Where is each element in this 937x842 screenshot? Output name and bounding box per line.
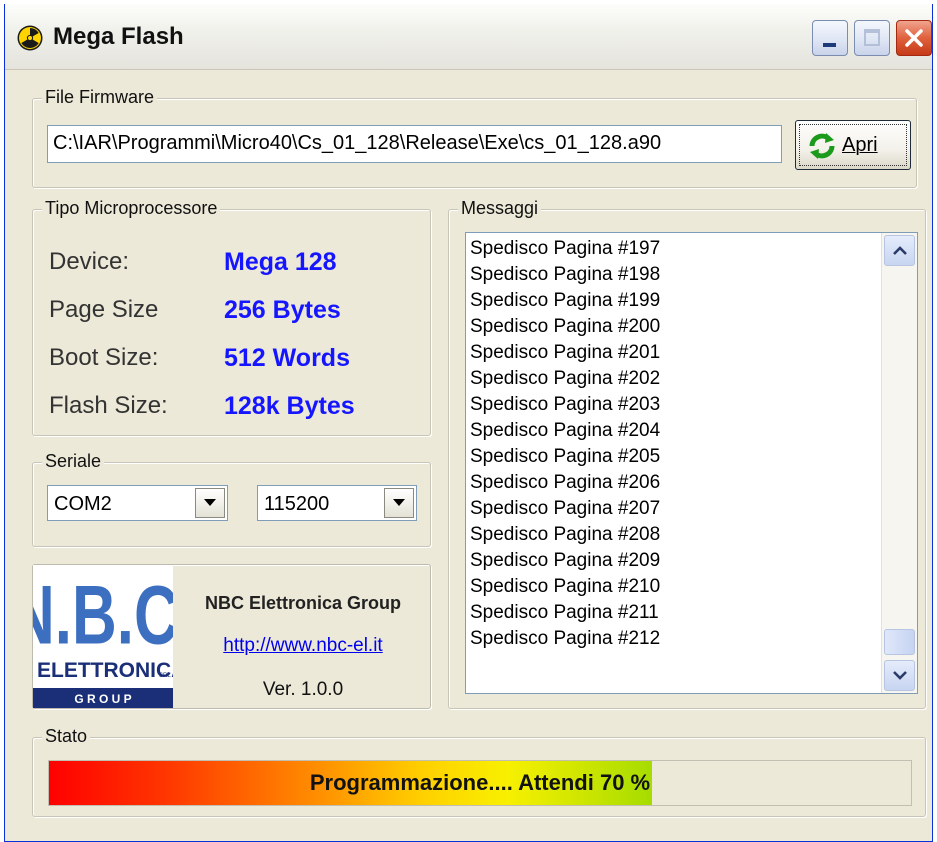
nbc-logo-suffix: SRL xyxy=(159,673,171,679)
close-button[interactable] xyxy=(896,20,932,56)
status-title: Stato xyxy=(42,726,91,747)
maximize-button[interactable] xyxy=(854,20,890,56)
messages-items: Spedisco Pagina #197 Spedisco Pagina #198… xyxy=(470,236,660,652)
device-value: Mega 128 xyxy=(224,248,337,276)
radiation-icon xyxy=(17,25,43,51)
progress-text: Programmazione.... Attendi 70 % xyxy=(309,770,651,795)
open-button-label: Apri xyxy=(842,134,878,156)
messages-group: Messaggi Spedisco Pagina #197 Spedisco Pa… xyxy=(448,198,926,709)
list-item[interactable]: Spedisco Pagina #197 xyxy=(470,236,660,262)
chevron-down-icon xyxy=(204,499,216,506)
list-item[interactable]: Spedisco Pagina #201 xyxy=(470,340,660,366)
flash-size-value: 128k Bytes xyxy=(224,392,355,420)
list-item[interactable]: Spedisco Pagina #200 xyxy=(470,314,660,340)
firmware-path-field[interactable]: C:\IAR\Programmi\Micro40\Cs_01_128\Relea… xyxy=(47,125,782,163)
messages-title: Messaggi xyxy=(458,198,542,219)
list-item[interactable]: Spedisco Pagina #212 xyxy=(470,626,660,652)
scroll-down-button[interactable] xyxy=(884,660,915,691)
list-item[interactable]: Spedisco Pagina #208 xyxy=(470,522,660,548)
device-label: Device: xyxy=(49,248,130,275)
chevron-down-icon xyxy=(393,499,405,506)
serial-title: Seriale xyxy=(42,451,105,472)
list-item[interactable]: Spedisco Pagina #209 xyxy=(470,548,660,574)
maximize-icon xyxy=(864,29,880,46)
about-panel: N.B.C. ELETTRONICA SRL G R O U P NBC Ele… xyxy=(10,564,433,709)
nbc-logo-letters: N.B.C. xyxy=(33,567,173,661)
serial-group: Seriale COM2 115200 xyxy=(32,451,431,547)
list-item[interactable]: Spedisco Pagina #211 xyxy=(470,600,660,626)
list-item[interactable]: Spedisco Pagina #202 xyxy=(470,366,660,392)
nbc-logo-group: G R O U P xyxy=(74,692,131,706)
file-firmware-title: File Firmware xyxy=(42,87,158,108)
chevron-up-icon xyxy=(893,246,907,255)
open-button[interactable]: Apri xyxy=(795,120,911,170)
boot-size-label: Boot Size: xyxy=(49,344,159,371)
scroll-up-button[interactable] xyxy=(884,235,915,266)
baud-rate-value: 115200 xyxy=(264,493,330,515)
website-link[interactable]: http://www.nbc-el.it xyxy=(173,635,433,657)
messages-list[interactable]: Spedisco Pagina #197 Spedisco Pagina #198… xyxy=(465,232,918,694)
page-size-value: 256 Bytes xyxy=(224,296,341,324)
list-item[interactable]: Spedisco Pagina #203 xyxy=(470,392,660,418)
version-label: Ver. 1.0.0 xyxy=(262,679,344,700)
close-icon xyxy=(905,29,923,47)
progress-bar: Programmazione.... Attendi 70 % xyxy=(48,760,912,806)
baud-rate-dropdown-button[interactable] xyxy=(384,488,414,518)
messages-scrollbar[interactable] xyxy=(881,233,917,693)
nbc-logo: N.B.C. ELETTRONICA SRL G R O U P xyxy=(10,565,196,708)
list-item[interactable]: Spedisco Pagina #199 xyxy=(470,288,660,314)
baud-rate-select[interactable]: 115200 xyxy=(257,485,417,521)
page-size-label: Page Size xyxy=(49,296,159,323)
minimize-button[interactable] xyxy=(812,20,848,56)
boot-size-value: 512 Words xyxy=(224,344,350,372)
list-item[interactable]: Spedisco Pagina #210 xyxy=(470,574,660,600)
main-window: Mega Flash File Firmware C:\IAR\Programm… xyxy=(4,4,933,842)
nbc-logo-graphic: N.B.C. ELETTRONICA SRL G R O U P xyxy=(10,565,196,708)
title-bar[interactable]: Mega Flash xyxy=(5,4,932,70)
file-firmware-group: File Firmware C:\IAR\Programmi\Micro40\C… xyxy=(32,87,917,188)
status-group: Stato Programmazione.... Attendi 70 % xyxy=(32,726,926,817)
list-item[interactable]: Spedisco Pagina #198 xyxy=(470,262,660,288)
serial-port-dropdown-button[interactable] xyxy=(195,488,225,518)
minimize-icon xyxy=(823,43,836,47)
chevron-down-icon xyxy=(893,671,907,680)
company-name: NBC Elettronica Group xyxy=(204,593,401,613)
window-title: Mega Flash xyxy=(53,23,184,50)
list-item[interactable]: Spedisco Pagina #205 xyxy=(470,444,660,470)
list-item[interactable]: Spedisco Pagina #207 xyxy=(470,496,660,522)
list-item[interactable]: Spedisco Pagina #204 xyxy=(470,418,660,444)
nbc-logo-subtitle: ELETTRONICA xyxy=(37,659,173,682)
microprocessor-group: Tipo Microprocessore Device: Mega 128 Pa… xyxy=(32,198,431,436)
scroll-thumb[interactable] xyxy=(884,629,915,655)
flash-size-label: Flash Size: xyxy=(49,392,168,419)
list-item[interactable]: Spedisco Pagina #206 xyxy=(470,470,660,496)
serial-port-select[interactable]: COM2 xyxy=(47,485,228,521)
serial-port-value: COM2 xyxy=(54,493,112,515)
refresh-icon xyxy=(809,133,835,159)
microprocessor-title: Tipo Microprocessore xyxy=(42,198,221,219)
